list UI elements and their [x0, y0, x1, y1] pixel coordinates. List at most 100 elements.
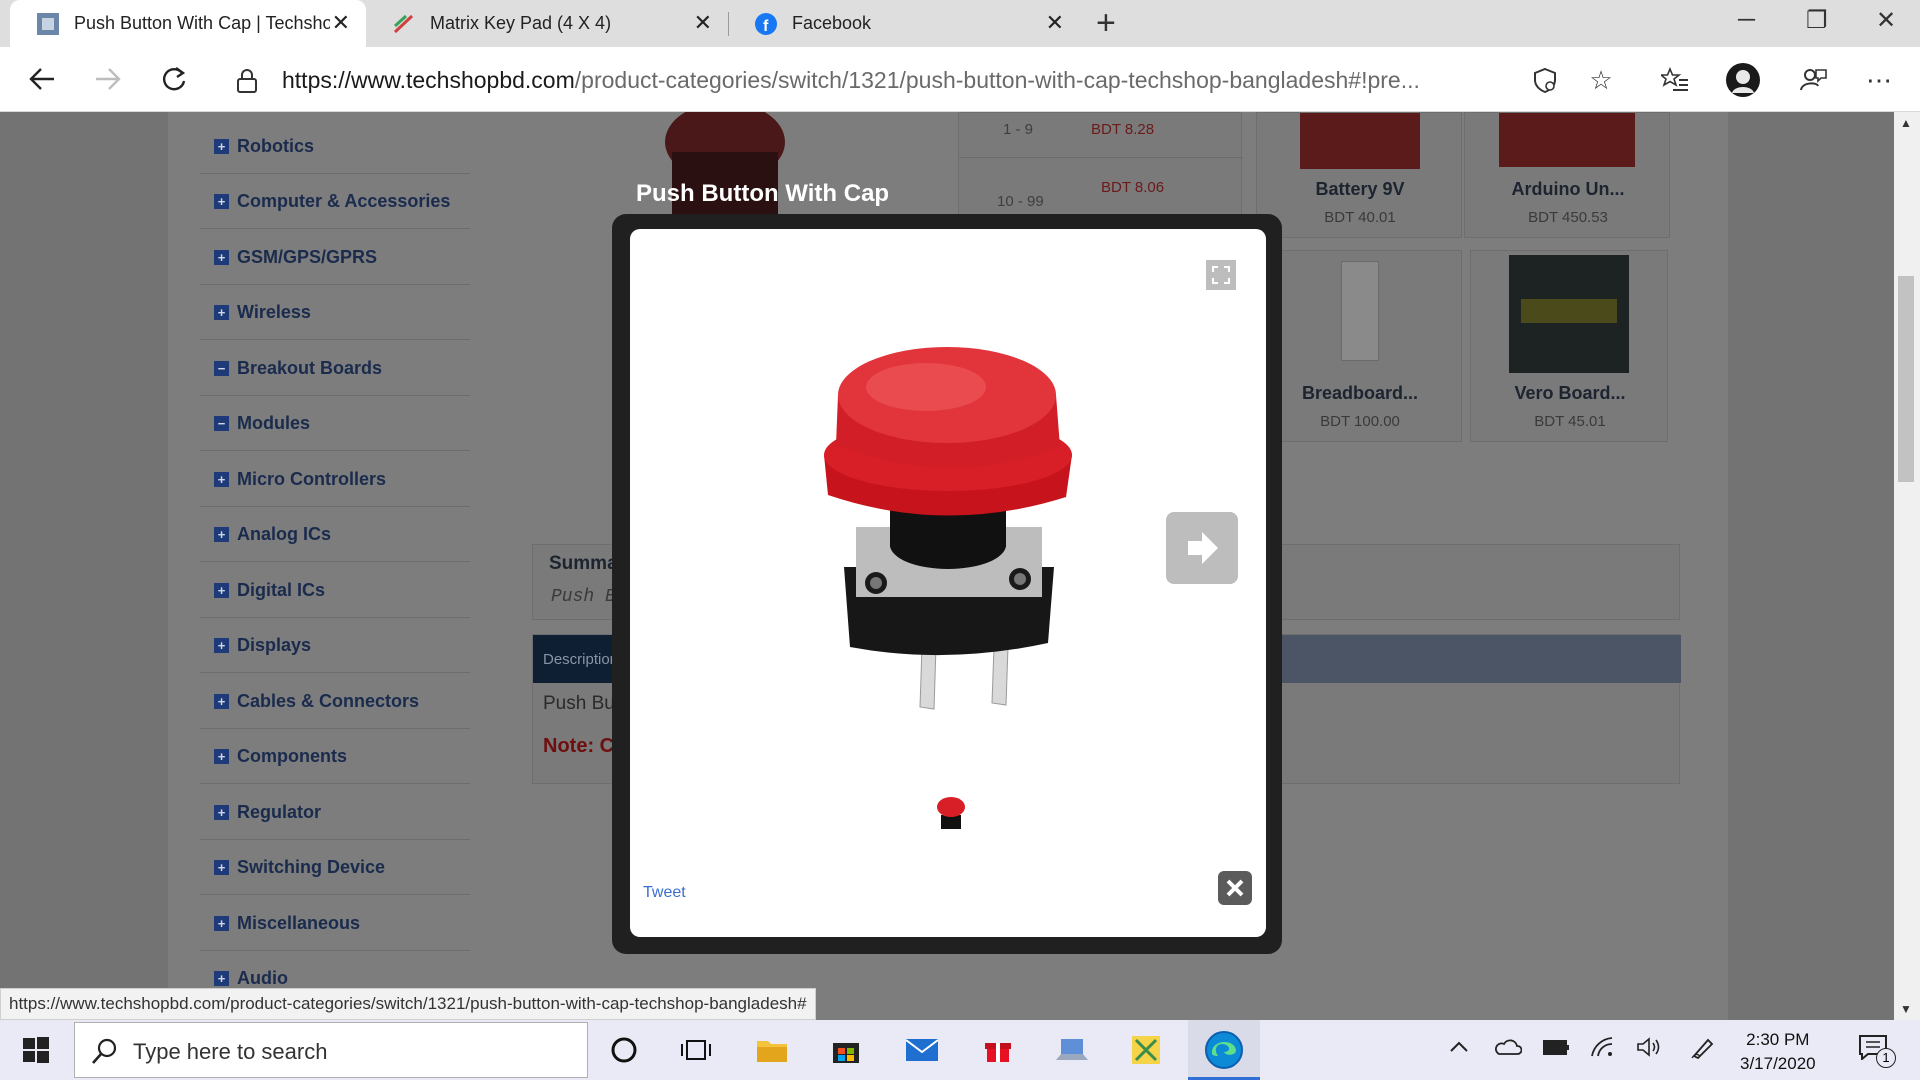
laptop-app-icon[interactable]	[1052, 1030, 1092, 1070]
sidebar-item-digital-ics[interactable]: + Digital ICs	[200, 564, 470, 618]
wifi-icon[interactable]	[1590, 1036, 1616, 1064]
sidebar-item-label: Miscellaneous	[237, 913, 361, 933]
tab-matrix-keypad[interactable]: Matrix Key Pad (4 X 4) ✕	[366, 0, 728, 47]
sidebar-item-label: Displays	[237, 635, 312, 655]
thumbnail-strip-item[interactable]	[936, 795, 966, 831]
new-tab-icon[interactable]: +	[1096, 6, 1116, 40]
product-name: Battery 9V	[1315, 179, 1405, 199]
expand-icon: +	[214, 971, 229, 986]
volume-icon[interactable]	[1636, 1036, 1664, 1064]
related-product-card[interactable]: Arduino Un... BDT 450.53	[1464, 112, 1670, 238]
snip-tool-icon[interactable]	[1126, 1030, 1166, 1070]
pen-workspace-icon[interactable]	[1690, 1036, 1716, 1066]
expand-icon: +	[214, 638, 229, 653]
expand-icon: +	[214, 305, 229, 320]
product-price: BDT 45.01	[1534, 413, 1606, 430]
arrow-right-icon	[1188, 532, 1218, 564]
sidebar-item-displays[interactable]: + Displays	[200, 619, 470, 673]
sidebar-item-computer[interactable]: + Computer & Accessories	[200, 175, 470, 229]
vertical-scrollbar[interactable]: ▲ ▼	[1894, 112, 1920, 1020]
tweet-link[interactable]: Tweet	[643, 884, 686, 902]
sidebar-item-micro-controllers[interactable]: + Micro Controllers	[200, 453, 470, 507]
modal-title: Push Button With Cap	[636, 180, 890, 207]
sidebar-item-modules[interactable]: − Modules	[200, 397, 470, 451]
sidebar-item-label: Computer & Accessories	[237, 191, 451, 211]
sidebar-item-regulator[interactable]: + Regulator	[200, 786, 470, 840]
refresh-icon[interactable]	[156, 61, 192, 97]
sidebar-item-wireless[interactable]: + Wireless	[200, 286, 470, 340]
product-image	[816, 347, 1082, 715]
favorite-star-icon[interactable]: ☆	[1584, 63, 1618, 97]
more-menu-icon[interactable]: ⋯	[1862, 63, 1896, 97]
browser-toolbar: https://www.techshopbd.com/product-categ…	[0, 47, 1920, 112]
feedback-icon[interactable]	[1796, 63, 1830, 97]
system-clock[interactable]: 2:30 PM 3/17/2020	[1740, 1028, 1816, 1076]
file-explorer-icon[interactable]	[752, 1030, 792, 1070]
onedrive-icon[interactable]	[1494, 1036, 1523, 1064]
sidebar-item-gsm[interactable]: + GSM/GPS/GPRS	[200, 231, 470, 285]
sidebar-item-cables[interactable]: + Cables & Connectors	[200, 675, 470, 729]
related-product-card[interactable]: Breadboard... BDT 100.00	[1256, 250, 1462, 442]
task-view-icon[interactable]	[676, 1030, 716, 1070]
edge-taskbar-button[interactable]	[1188, 1020, 1260, 1080]
note-text: Note: C	[543, 735, 615, 757]
favorites-list-icon[interactable]	[1658, 63, 1692, 97]
edge-icon	[1204, 1030, 1244, 1075]
close-tab-icon[interactable]: ✕	[332, 12, 350, 34]
url-text: https://www.techshopbd.com/product-categ…	[282, 67, 1420, 93]
mail-icon[interactable]	[902, 1030, 942, 1070]
address-bar[interactable]: https://www.techshopbd.com/product-categ…	[216, 57, 1596, 103]
gift-app-icon[interactable]	[978, 1030, 1018, 1070]
sidebar-item-breakout[interactable]: − Breakout Boards	[200, 342, 470, 396]
product-name: Breadboard...	[1301, 383, 1419, 403]
sidebar-item-components[interactable]: + Components	[200, 730, 470, 784]
minimize-icon[interactable]: ─	[1738, 6, 1755, 34]
action-center-icon[interactable]: 1	[1858, 1034, 1896, 1068]
sidebar-item-robotics[interactable]: + Robotics	[200, 120, 470, 174]
profile-avatar[interactable]	[1726, 63, 1760, 97]
cortana-icon[interactable]	[604, 1030, 644, 1070]
notification-count-badge: 1	[1876, 1048, 1896, 1068]
restore-icon[interactable]: ❐	[1806, 6, 1828, 35]
back-icon[interactable]	[24, 61, 60, 97]
show-hidden-icons-icon[interactable]	[1448, 1036, 1470, 1064]
scroll-down-icon[interactable]: ▼	[1900, 1002, 1912, 1016]
next-image-button[interactable]	[1166, 512, 1238, 584]
expand-icon: +	[214, 527, 229, 542]
expand-icon: +	[214, 860, 229, 875]
product-name: Arduino Un...	[1511, 179, 1625, 199]
qty-range: 1 - 9	[1003, 121, 1034, 138]
related-product-card[interactable]: Battery 9V BDT 40.01	[1256, 112, 1462, 238]
product-thumbnail	[1499, 113, 1635, 167]
store-icon[interactable]	[826, 1030, 866, 1070]
tab-push-button[interactable]: Push Button With Cap | Techsho ✕	[10, 0, 366, 47]
sidebar-item-analog-ics[interactable]: + Analog ICs	[200, 508, 470, 562]
tab-facebook[interactable]: f Facebook ✕	[728, 0, 1080, 47]
close-window-icon[interactable]: ✕	[1876, 6, 1896, 35]
close-tab-icon[interactable]: ✕	[1046, 12, 1064, 34]
tab-title: Push Button With Cap | Techsho	[74, 13, 330, 33]
sidebar-item-label: GSM/GPS/GPRS	[237, 247, 378, 267]
fullscreen-icon[interactable]	[1206, 260, 1236, 290]
scrollbar-thumb[interactable]	[1898, 276, 1914, 482]
taskbar-search-box[interactable]: Type here to search	[74, 1022, 588, 1078]
category-sidebar: + Robotics + Computer & Accessories + GSM/G…	[200, 112, 470, 1020]
search-placeholder: Type here to search	[133, 1039, 328, 1064]
sidebar-item-switching-device[interactable]: + Switching Device	[200, 841, 470, 895]
battery-icon[interactable]	[1542, 1036, 1572, 1064]
close-lightbox-button[interactable]	[1218, 871, 1252, 905]
unit-price: BDT 8.28	[1091, 121, 1155, 138]
related-product-card[interactable]: Vero Board... BDT 45.01	[1470, 250, 1668, 442]
forward-icon[interactable]	[90, 61, 126, 97]
tab-title: Matrix Key Pad (4 X 4)	[430, 13, 612, 33]
windows-start-icon[interactable]	[16, 1030, 56, 1070]
close-tab-icon[interactable]: ✕	[694, 12, 712, 34]
tracking-prevention-icon[interactable]	[1528, 63, 1562, 97]
sidebar-item-label: Components	[237, 746, 347, 766]
search-icon	[91, 1037, 119, 1070]
scroll-up-icon[interactable]: ▲	[1900, 116, 1912, 130]
collapse-icon: −	[214, 361, 229, 376]
expand-icon: +	[214, 250, 229, 265]
lock-icon	[236, 69, 258, 98]
sidebar-item-miscellaneous[interactable]: + Miscellaneous	[200, 897, 470, 951]
